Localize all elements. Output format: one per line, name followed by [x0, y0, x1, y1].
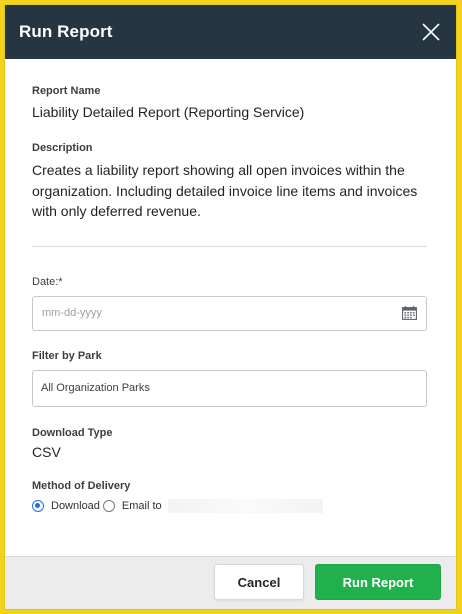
date-section: Date:*	[32, 276, 428, 331]
description-section: Description Creates a liability report s…	[32, 142, 428, 222]
close-icon	[422, 23, 440, 41]
run-report-button[interactable]: Run Report	[315, 564, 441, 600]
report-name-section: Report Name Liability Detailed Report (R…	[32, 85, 428, 120]
description-text: Creates a liability report showing all o…	[32, 162, 418, 219]
park-filter-select[interactable]: All Organization Parks	[32, 369, 427, 407]
close-button[interactable]	[420, 21, 442, 43]
dialog-footer: Cancel Run Report	[5, 556, 456, 609]
description-label: Description	[32, 142, 93, 154]
date-label: Date:*	[32, 275, 63, 288]
email-radio[interactable]	[102, 499, 115, 512]
dialog-body: Report Name Liability Detailed Report (R…	[5, 59, 456, 513]
cancel-button[interactable]: Cancel	[214, 564, 304, 600]
delivery-label: Method of Delivery	[32, 479, 131, 492]
dialog-header: Run Report	[5, 5, 456, 59]
park-filter-section: Filter by Park All Organization Parks	[32, 350, 428, 407]
delivery-options: Download Email to	[32, 498, 428, 513]
redacted-email	[167, 498, 323, 513]
run-report-dialog: Run Report Report Name Liability Detaile…	[5, 5, 456, 609]
delivery-section: Method of Delivery Download Email to	[32, 480, 428, 513]
download-radio[interactable]	[32, 499, 44, 512]
calendar-icon[interactable]	[402, 306, 417, 320]
date-input[interactable]	[42, 307, 362, 319]
dialog-title: Run Report	[19, 22, 113, 41]
download-radio-label[interactable]: Download	[51, 500, 100, 512]
report-name-label: Report Name	[32, 85, 101, 97]
download-type-section: Download Type CSV	[32, 427, 428, 460]
download-type-value: CSV	[32, 443, 61, 460]
section-divider	[32, 245, 427, 247]
download-type-label: Download Type	[32, 426, 113, 439]
park-filter-label: Filter by Park	[32, 349, 102, 362]
date-input-wrapper	[32, 295, 427, 331]
report-name-value: Liability Detailed Report (Reporting Ser…	[32, 104, 305, 120]
email-radio-label[interactable]: Email to	[122, 500, 162, 512]
